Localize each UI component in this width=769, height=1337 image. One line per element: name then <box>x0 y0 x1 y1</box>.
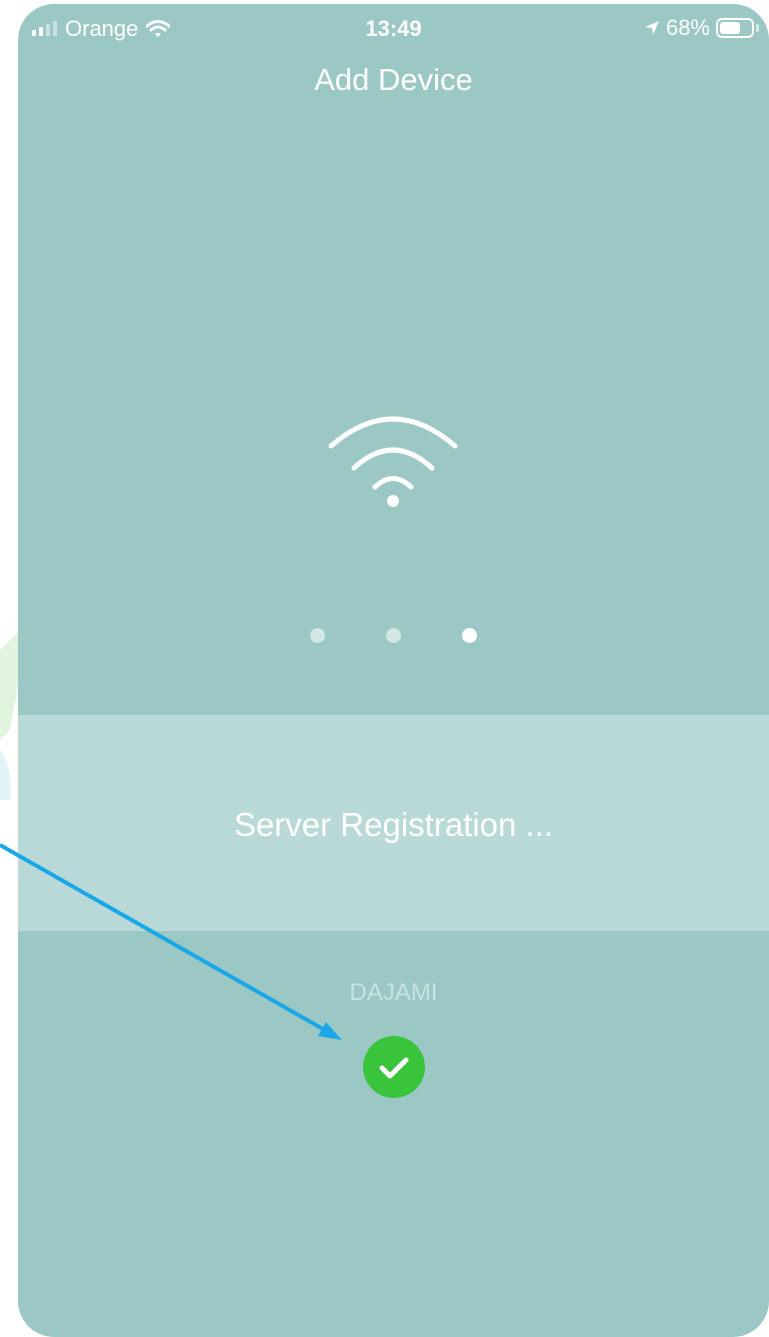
status-message: Server Registration ... <box>233 806 554 843</box>
progress-dots <box>18 628 769 644</box>
check-circle-icon <box>363 1036 425 1098</box>
battery-fill <box>720 22 741 34</box>
progress-dot-1 <box>310 628 325 643</box>
battery-percent: 68% <box>665 15 710 40</box>
progress-dot-2 <box>386 628 401 643</box>
wifi-icon <box>328 416 458 507</box>
progress-dot-3 <box>462 628 477 643</box>
phone-screen: Orange 13:49 68% Add Device Server Regis… <box>18 4 769 1337</box>
device-name: DAJAMI <box>349 979 438 1006</box>
battery-icon <box>716 18 754 38</box>
checkmark-icon <box>379 1057 409 1079</box>
status-bar: Orange 13:49 68% <box>18 4 769 52</box>
page-title: Add Device <box>314 62 473 97</box>
location-arrow-icon <box>644 21 659 35</box>
status-right: 68% <box>644 15 759 41</box>
battery-nub <box>756 24 759 32</box>
screenshot-stage: Orange 13:49 68% Add Device Server Regis… <box>0 0 769 1337</box>
